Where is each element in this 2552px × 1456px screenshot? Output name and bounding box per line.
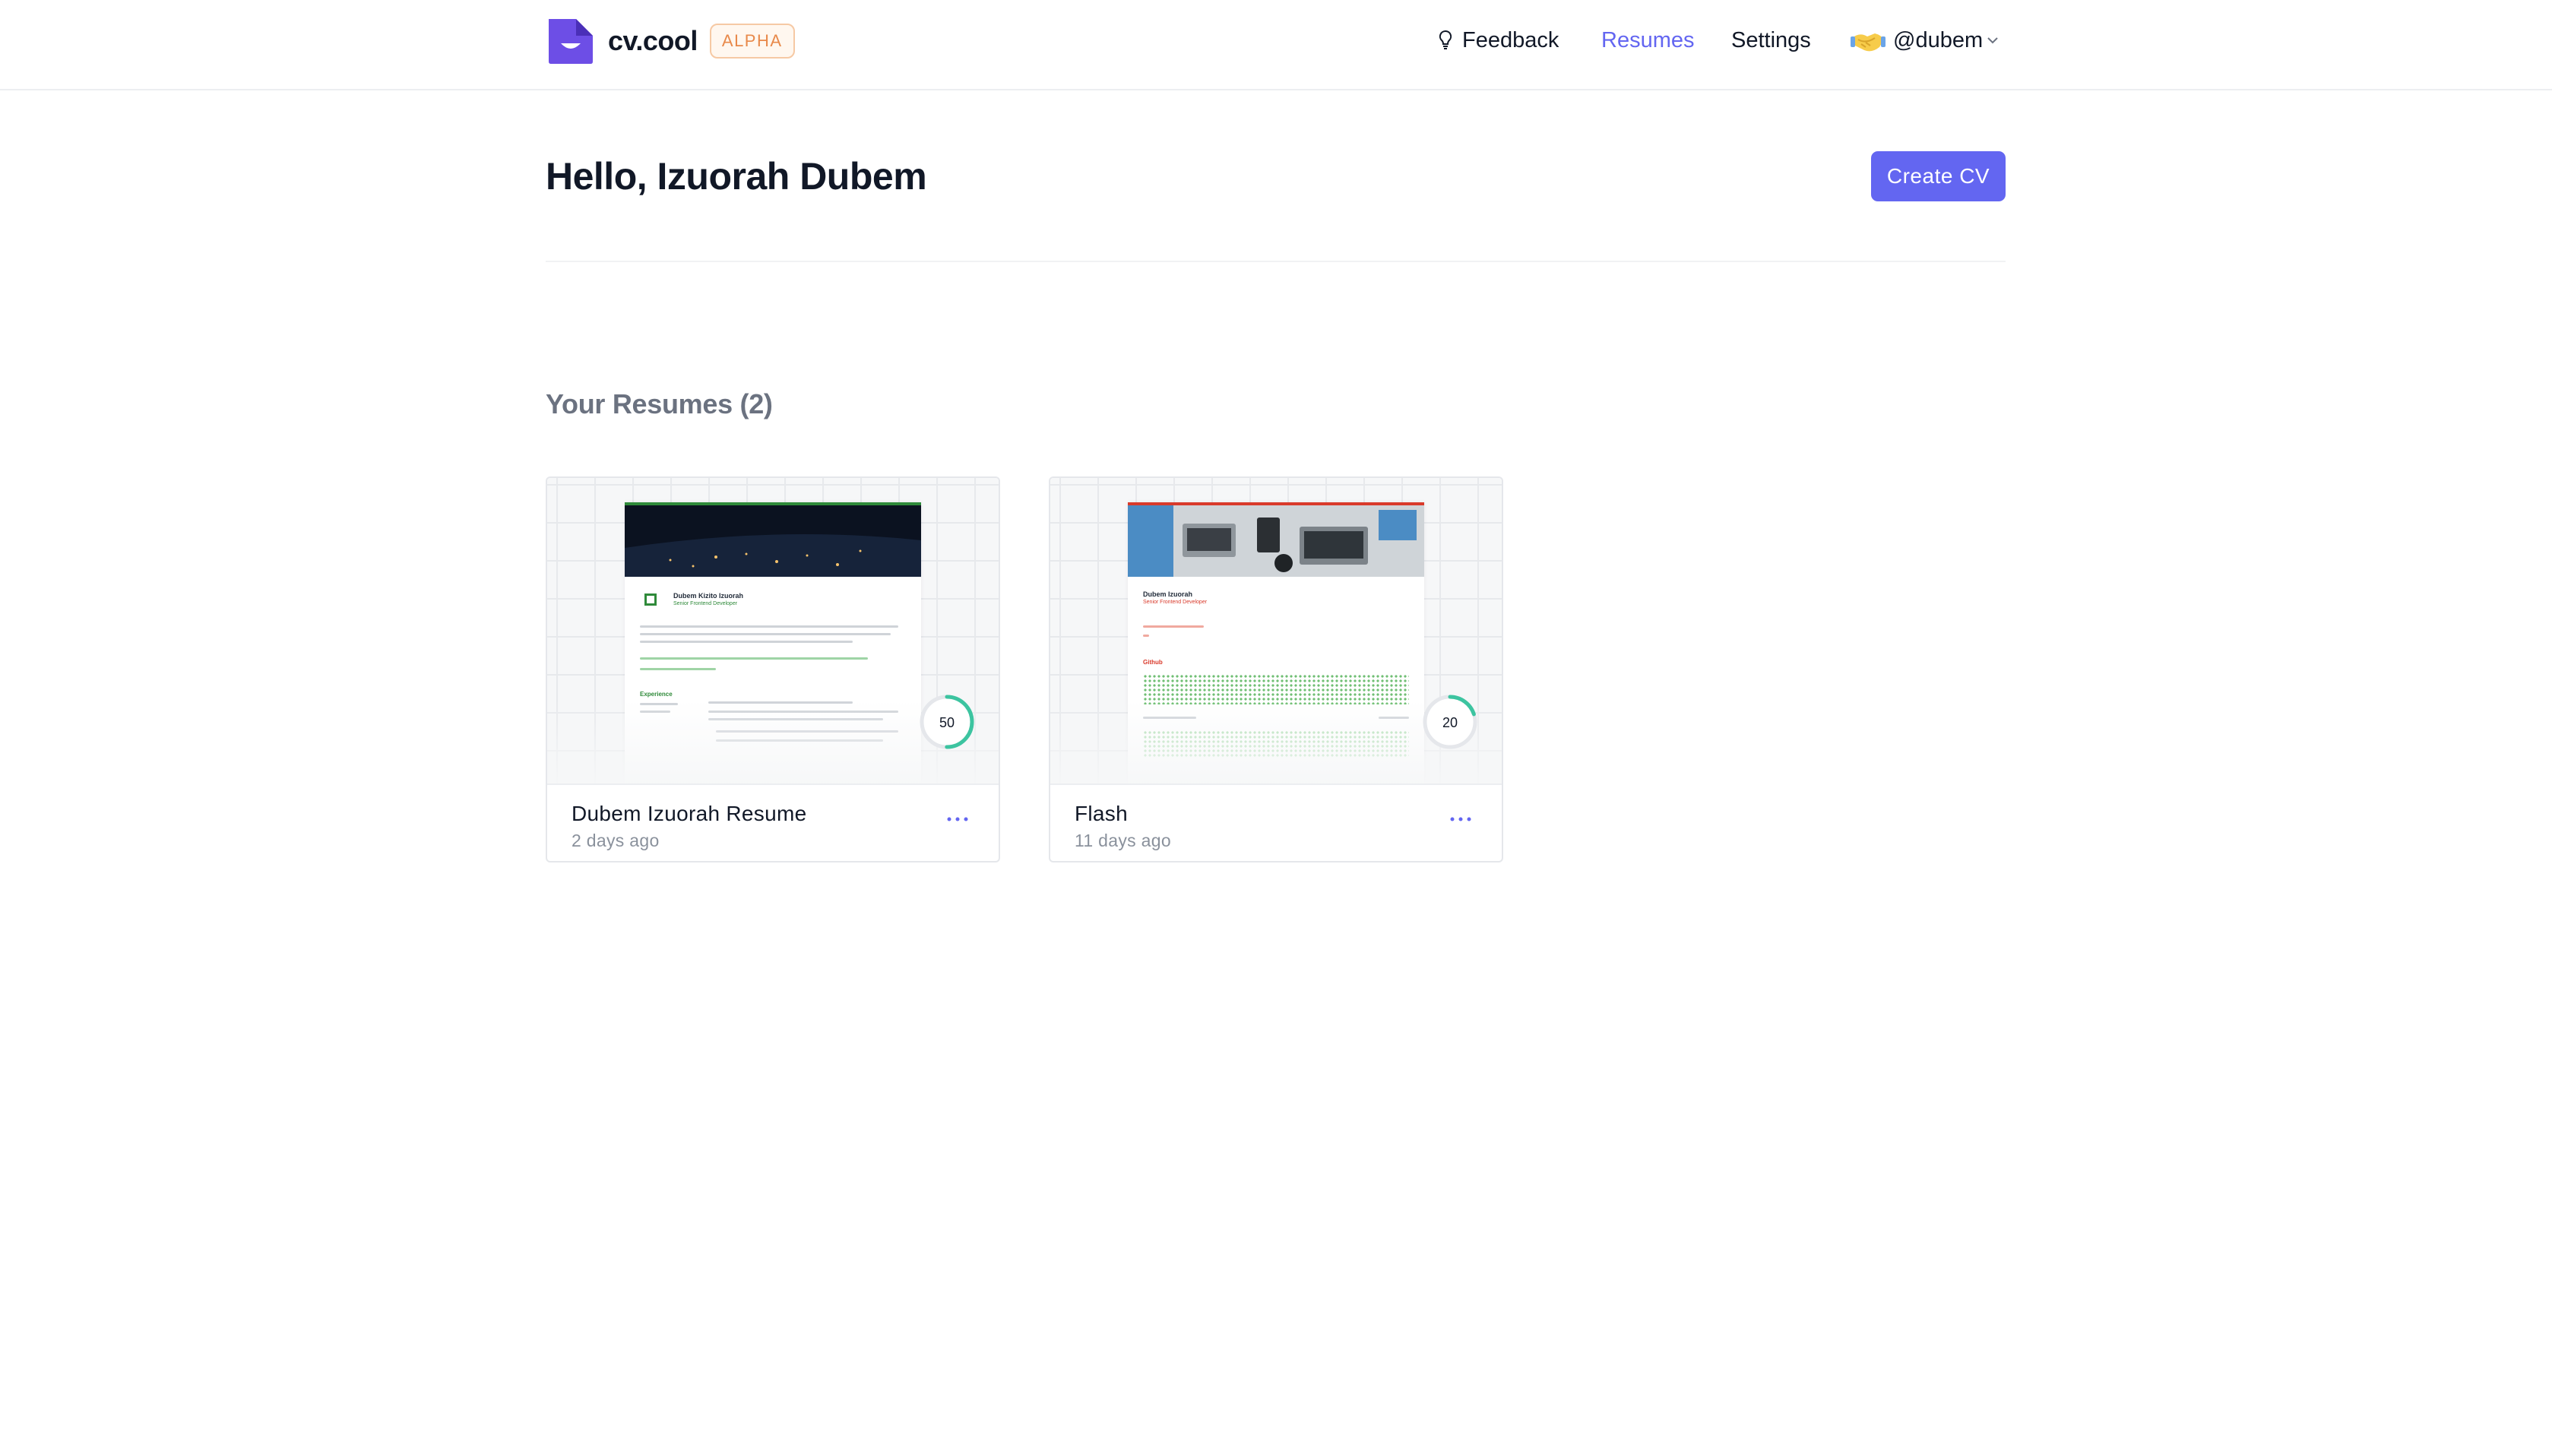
preview-social-line (640, 668, 716, 670)
resume-title[interactable]: Dubem Izuorah Resume (572, 802, 806, 826)
preview-contact-line (1143, 635, 1149, 637)
page-greeting: Hello, Izuorah Dubem (546, 155, 927, 198)
divider (546, 261, 2006, 262)
earth-night-banner-image (625, 502, 921, 577)
user-menu[interactable]: @dubem (1849, 23, 1999, 58)
preview-contact-line (1143, 625, 1204, 628)
resume-preview[interactable]: Dubem Kizito Izuorah Senior Frontend Dev… (547, 478, 999, 783)
alpha-badge: ALPHA (709, 24, 795, 59)
ellipsis-icon (1450, 817, 1471, 821)
more-options-button[interactable] (1444, 808, 1477, 831)
top-navigation-bar: cv.cool ALPHA Feedback Resumes Settings … (0, 0, 2552, 90)
preview-text-line (640, 625, 898, 628)
resume-preview[interactable]: Dubem Izuorah Senior Frontend Developer … (1050, 478, 1502, 783)
resume-score-ring: 20 (1423, 695, 1477, 749)
preview-contact-line (640, 657, 868, 660)
cv-cool-logo-icon (549, 19, 593, 64)
resume-card-info: Dubem Izuorah Resume 2 days ago (547, 783, 999, 861)
preview-role: Senior Frontend Developer (673, 601, 738, 606)
preview-section-heading: Github (1143, 659, 1163, 666)
brand[interactable]: cv.cool ALPHA (546, 16, 795, 66)
resume-title[interactable]: Flash (1075, 802, 1128, 826)
score-value: 20 (1442, 715, 1458, 730)
laptops-desk-banner-image (1128, 502, 1424, 577)
brand-name: cv.cool (608, 25, 698, 56)
lightbulb-icon (1439, 30, 1452, 49)
handshake-avatar-icon (1851, 33, 1886, 52)
preview-text-line (640, 633, 891, 635)
resume-card-info: Flash 11 days ago (1050, 783, 1502, 861)
chevron-down-icon (1987, 37, 1998, 44)
section-title: Your Resumes (2) (546, 388, 773, 419)
resume-card[interactable]: Dubem Kizito Izuorah Senior Frontend Dev… (546, 476, 1000, 863)
more-options-button[interactable] (941, 808, 974, 831)
nav-resumes[interactable]: Resumes (1601, 23, 1695, 58)
resume-score-ring: 50 (920, 695, 974, 749)
resume-updated: 11 days ago (1075, 831, 1171, 850)
resume-card[interactable]: Dubem Izuorah Senior Frontend Developer … (1049, 476, 1503, 863)
preview-role: Senior Frontend Developer (1143, 600, 1208, 605)
nav-feedback-label: Feedback (1462, 27, 1559, 52)
nav-settings[interactable]: Settings (1731, 23, 1811, 58)
score-value: 50 (939, 715, 955, 730)
create-cv-button[interactable]: Create CV (1871, 151, 2006, 201)
preview-name: Dubem Izuorah (1143, 590, 1193, 598)
preview-text-line (640, 641, 853, 643)
resume-updated: 2 days ago (572, 831, 660, 850)
preview-name: Dubem Kizito Izuorah (673, 592, 743, 600)
ellipsis-icon (947, 817, 968, 821)
username: @dubem (1893, 27, 1984, 52)
logo-mark (644, 593, 657, 606)
nav-feedback[interactable]: Feedback (1438, 23, 1559, 58)
preview-section-heading: Experience (640, 691, 673, 698)
